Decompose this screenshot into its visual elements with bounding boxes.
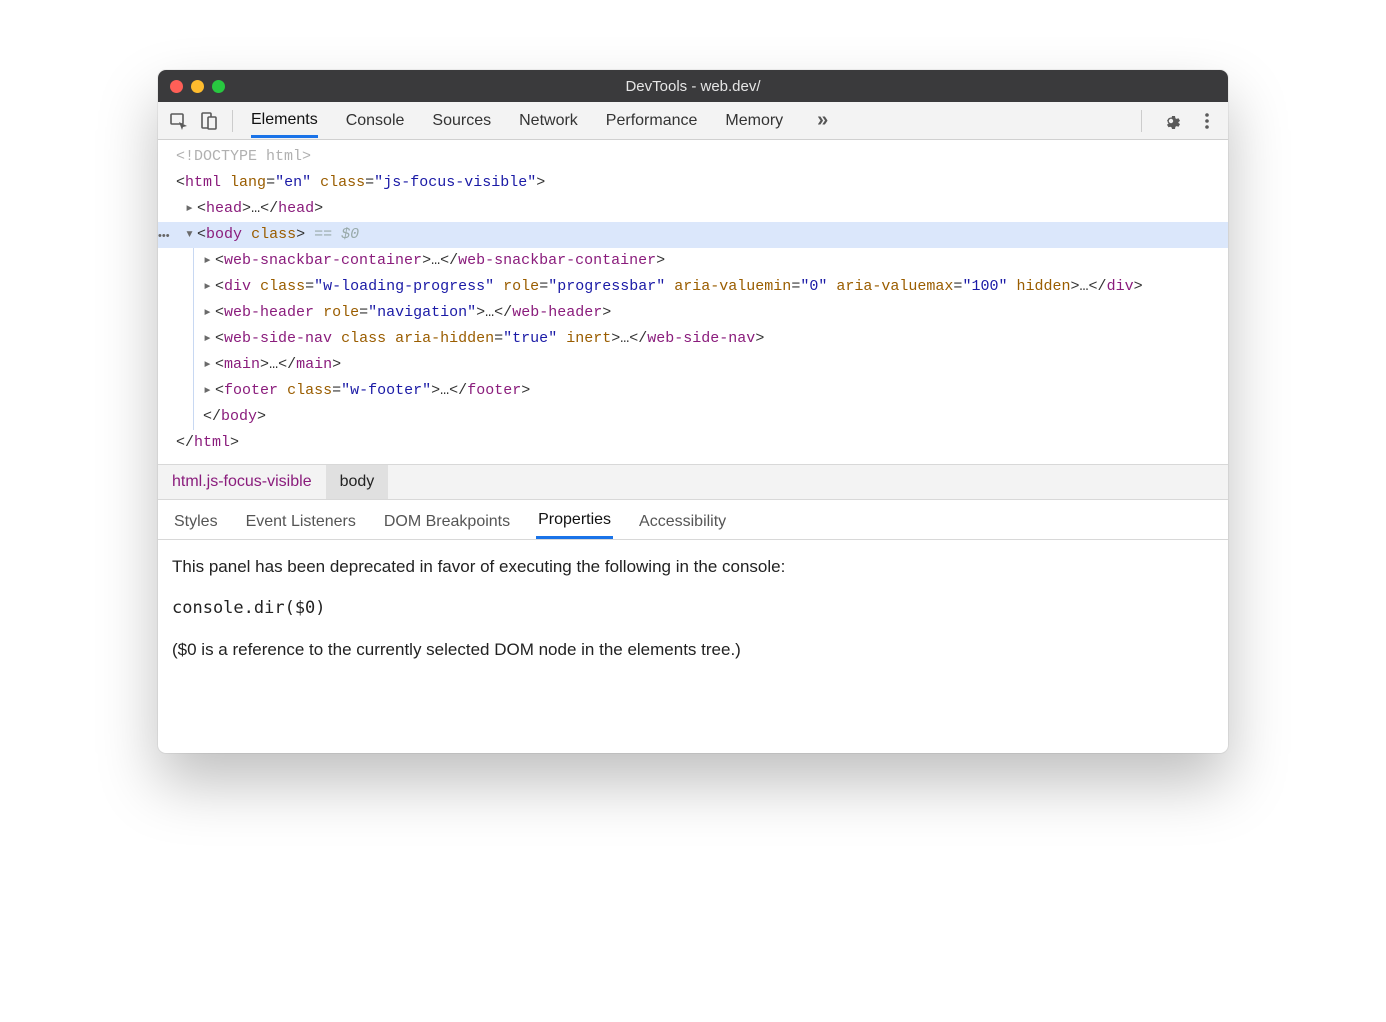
- settings-icon[interactable]: [1158, 108, 1184, 134]
- dom-body-open[interactable]: <body class> == $0: [158, 222, 1228, 248]
- tab-elements[interactable]: Elements: [251, 103, 318, 138]
- window-title: DevTools - web.dev/: [158, 78, 1228, 95]
- titlebar: DevTools - web.dev/: [158, 70, 1228, 102]
- dom-head[interactable]: <head>…</head>: [158, 196, 1228, 222]
- minimize-window-button[interactable]: [191, 80, 204, 93]
- tab-network[interactable]: Network: [519, 104, 578, 137]
- tab-console[interactable]: Console: [346, 104, 405, 137]
- crumb-body[interactable]: body: [326, 465, 389, 499]
- dom-child-header[interactable]: <web-header role="navigation">…</web-hea…: [158, 300, 1228, 326]
- traffic-lights: [158, 80, 225, 93]
- deprecation-message-line1: This panel has been deprecated in favor …: [172, 554, 1214, 580]
- sidebar-subtabs: Styles Event Listeners DOM Breakpoints P…: [158, 500, 1228, 540]
- tab-performance[interactable]: Performance: [606, 104, 698, 137]
- dom-child-footer[interactable]: <footer class="w-footer">…</footer>: [158, 378, 1228, 404]
- dom-body-close[interactable]: </body>: [158, 404, 1228, 430]
- close-window-button[interactable]: [170, 80, 183, 93]
- deprecation-message-line2: ($0 is a reference to the currently sele…: [172, 637, 1214, 663]
- kebab-menu-icon[interactable]: [1194, 108, 1220, 134]
- subtab-event-listeners[interactable]: Event Listeners: [244, 505, 358, 539]
- properties-pane: This panel has been deprecated in favor …: [158, 540, 1228, 753]
- toolbar-divider: [232, 110, 233, 132]
- dom-html-open[interactable]: <html lang="en" class="js-focus-visible"…: [158, 170, 1228, 196]
- dom-html-close[interactable]: </html>: [158, 430, 1228, 456]
- toolbar-divider-2: [1141, 110, 1142, 132]
- subtab-dom-breakpoints[interactable]: DOM Breakpoints: [382, 505, 512, 539]
- tree-guideline: [193, 248, 194, 430]
- subtab-accessibility[interactable]: Accessibility: [637, 505, 728, 539]
- more-tabs-button[interactable]: »: [811, 109, 834, 132]
- devtools-window: DevTools - web.dev/ Elements Console Sou…: [158, 70, 1228, 753]
- crumb-html[interactable]: html.js-focus-visible: [158, 465, 326, 499]
- fullscreen-window-button[interactable]: [212, 80, 225, 93]
- subtab-styles[interactable]: Styles: [172, 505, 220, 539]
- inspect-element-icon[interactable]: [166, 108, 192, 134]
- panel-tabs: Elements Console Sources Network Perform…: [243, 103, 1131, 138]
- breadcrumb: html.js-focus-visible body: [158, 464, 1228, 500]
- tab-sources[interactable]: Sources: [432, 104, 491, 137]
- dom-child-snackbar[interactable]: <web-snackbar-container>…</web-snackbar-…: [158, 248, 1228, 274]
- main-toolbar: Elements Console Sources Network Perform…: [158, 102, 1228, 140]
- deprecation-code: console.dir($0): [172, 596, 1214, 622]
- tab-memory[interactable]: Memory: [725, 104, 783, 137]
- dom-child-sidenav[interactable]: <web-side-nav class aria-hidden="true" i…: [158, 326, 1228, 352]
- dom-child-progress[interactable]: <div class="w-loading-progress" role="pr…: [158, 274, 1228, 300]
- dom-tree[interactable]: <!DOCTYPE html> <html lang="en" class="j…: [158, 140, 1228, 464]
- dom-child-main[interactable]: <main>…</main>: [158, 352, 1228, 378]
- subtab-properties[interactable]: Properties: [536, 503, 613, 539]
- toolbar-right: [1135, 108, 1220, 134]
- device-toolbar-icon[interactable]: [196, 108, 222, 134]
- dom-doctype[interactable]: <!DOCTYPE html>: [158, 144, 1228, 170]
